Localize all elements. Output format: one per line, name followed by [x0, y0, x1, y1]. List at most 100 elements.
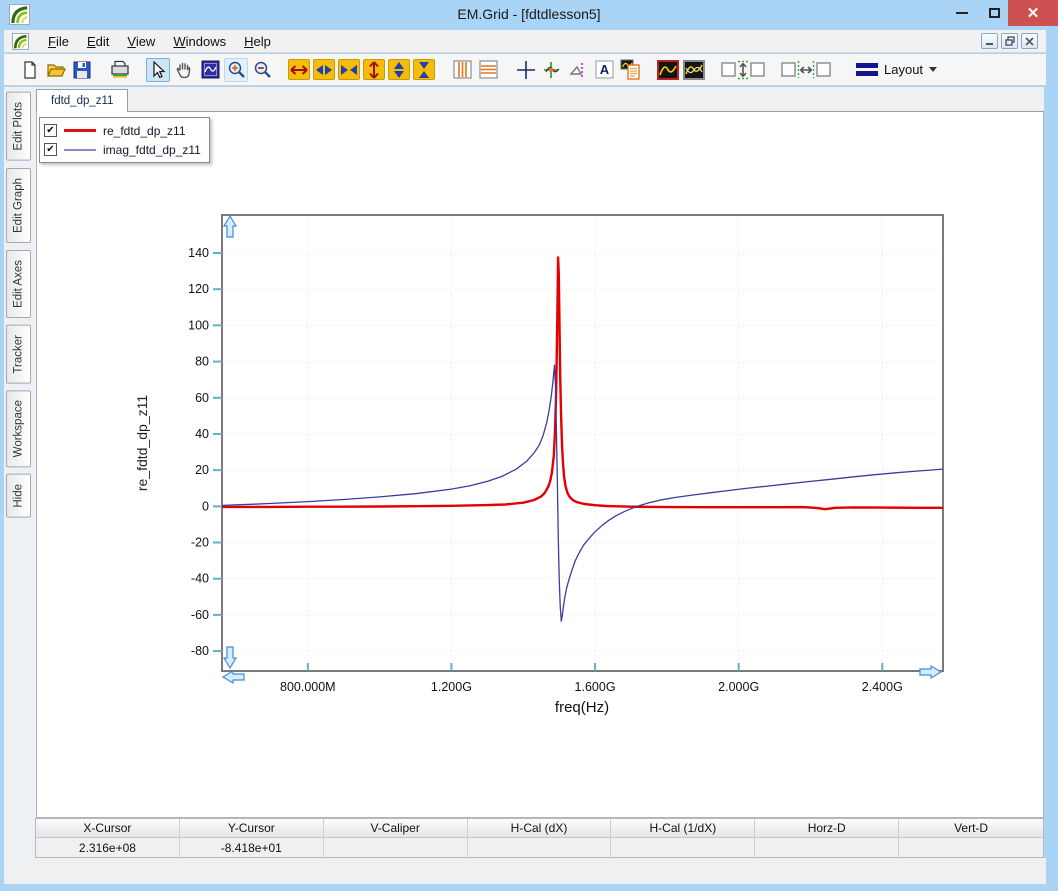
svg-text:-80: -80 — [191, 644, 209, 658]
tracker-button[interactable] — [540, 58, 564, 82]
status-value — [324, 838, 468, 857]
tile-vertical-icon — [721, 60, 765, 79]
caliper-icon — [569, 62, 583, 77]
svg-text:2.000G: 2.000G — [718, 680, 759, 694]
side-tabs: Edit Plots Edit Graph Edit Axes Tracker Work… — [6, 92, 31, 519]
mdi-restore-button[interactable] — [1001, 33, 1018, 49]
vertical-gridlines-button[interactable] — [450, 58, 474, 82]
series-re_fdtd_dp_z11 — [222, 256, 943, 511]
layout-icon — [856, 63, 878, 76]
menu-view[interactable]: View — [118, 31, 164, 52]
expand-y-button[interactable] — [363, 59, 385, 80]
minimize-button[interactable] — [948, 0, 976, 26]
mdi-minimize-icon — [986, 42, 993, 45]
zoom-in-button[interactable] — [224, 57, 248, 82]
blue-out-arrows-v-icon — [394, 61, 404, 78]
layout-dropdown[interactable]: Layout — [850, 59, 943, 80]
h-grid-icon — [479, 60, 497, 79]
expand-x-button[interactable] — [288, 59, 310, 80]
gridlines — [222, 215, 943, 671]
new-file-button[interactable] — [18, 58, 42, 82]
svg-text:2.400G: 2.400G — [862, 680, 903, 694]
status-value — [611, 838, 756, 857]
pointer-icon — [153, 60, 166, 78]
save-button[interactable] — [70, 58, 94, 82]
mdi-restore-icon — [1004, 36, 1015, 46]
plot-frame — [221, 214, 944, 672]
cursor-statusbar: X-Cursor Y-Cursor V-Caliper H-Cal (dX) H-Cal… — [35, 818, 1044, 858]
status-value-row: 2.316e+08 -8.418e+01 — [36, 838, 1043, 857]
select-pointer-button[interactable] — [146, 57, 170, 82]
menu-windows[interactable]: Windows — [164, 31, 235, 52]
y-axis-top-arrow-icon[interactable] — [222, 214, 238, 238]
menu-help[interactable]: Help — [235, 31, 280, 52]
tile-horizontal-button[interactable] — [780, 58, 832, 82]
chart[interactable]: -80 -60 -40 -20 0 20 40 60 80 100 120 140 800.000M 1.… — [37, 112, 1045, 818]
side-tab-edit-graph[interactable]: Edit Graph — [6, 167, 31, 243]
single-plot-button[interactable] — [656, 58, 680, 82]
blue-bowtie-h-icon — [341, 64, 357, 75]
menu-file[interactable]: File — [39, 31, 78, 52]
app-window: EM.Grid - [fdtdlesson5] ✕ File Edit View Wi… — [0, 0, 1058, 891]
side-tab-tracker[interactable]: Tracker — [6, 324, 31, 384]
titlebar[interactable]: EM.Grid - [fdtdlesson5] ✕ — [0, 0, 1058, 30]
compress-y-button[interactable] — [413, 59, 435, 80]
svg-text:80: 80 — [195, 355, 209, 369]
print-button[interactable] — [108, 58, 132, 82]
zoom-window-button[interactable] — [198, 58, 222, 82]
close-button[interactable]: ✕ — [1008, 0, 1058, 26]
svg-text:800.000M: 800.000M — [280, 680, 336, 694]
compress-x-button[interactable] — [338, 59, 360, 80]
menubar: File Edit View Windows Help — [4, 30, 1046, 53]
blue-out-arrows-icon — [316, 64, 332, 75]
maximize-button[interactable] — [980, 0, 1008, 26]
close-icon: ✕ — [1026, 4, 1040, 22]
svg-text:1.200G: 1.200G — [431, 680, 472, 694]
svg-text:40: 40 — [195, 427, 209, 441]
axis-end-arrows[interactable] — [221, 214, 943, 685]
legend-line-sample — [64, 148, 96, 151]
horizontal-gridlines-button[interactable] — [476, 58, 500, 82]
x-axis-title: freq(Hz) — [555, 699, 609, 716]
v-grid-icon — [453, 60, 471, 79]
zoom-out-button[interactable] — [250, 58, 274, 82]
crosshair-button[interactable] — [514, 58, 538, 82]
svg-text:A: A — [599, 62, 609, 77]
stretch-y-button[interactable] — [388, 59, 410, 80]
y-axis-bottom-arrow-icon[interactable] — [222, 646, 238, 670]
document-app-icon[interactable] — [12, 32, 29, 50]
legend-checkbox[interactable]: ✔ — [44, 124, 57, 137]
y-axis-title: re_fdtd_dp_z11 — [134, 395, 150, 491]
text-annotation-button[interactable]: A — [592, 58, 616, 82]
side-tab-workspace[interactable]: Workspace — [6, 390, 31, 468]
chevron-down-icon — [929, 67, 938, 72]
status-value — [468, 838, 612, 857]
x-axis-right-arrow-icon[interactable] — [919, 664, 943, 680]
stretch-x-button[interactable] — [313, 59, 335, 80]
text-a-icon: A — [595, 60, 613, 79]
side-tab-edit-axes[interactable]: Edit Axes — [6, 249, 31, 318]
mdi-minimize-button[interactable] — [981, 33, 998, 49]
print-icon — [111, 60, 129, 78]
svg-text:-40: -40 — [191, 572, 209, 586]
overlay-plots-button[interactable] — [682, 58, 706, 82]
x-axis-left-arrow-icon[interactable] — [221, 669, 245, 685]
legend-checkbox[interactable]: ✔ — [44, 143, 57, 156]
open-folder-icon — [47, 63, 66, 77]
zoom-in-icon — [228, 61, 245, 78]
mdi-close-button[interactable] — [1021, 33, 1038, 49]
menu-edit[interactable]: Edit — [78, 31, 118, 52]
pan-button[interactable] — [172, 58, 196, 82]
open-file-button[interactable] — [44, 58, 68, 82]
doc-tab-fdtd-dp-z11[interactable]: fdtd_dp_z11 — [36, 89, 129, 112]
svg-text:20: 20 — [195, 463, 209, 477]
tile-vertical-button[interactable] — [720, 58, 766, 82]
plot-canvas[interactable]: ✔ re_fdtd_dp_z11 ✔ imag_fdtd_dp_z11 -80 -60-… — [36, 112, 1044, 818]
side-tab-edit-plots[interactable]: Edit Plots — [6, 92, 31, 161]
side-tab-hide[interactable]: Hide — [6, 474, 31, 519]
data-series — [222, 256, 943, 622]
plot-report-button[interactable] — [618, 58, 642, 82]
caliper-button[interactable] — [566, 58, 590, 82]
legend-label: re_fdtd_dp_z11 — [103, 123, 186, 138]
axis-ticks — [213, 252, 884, 671]
